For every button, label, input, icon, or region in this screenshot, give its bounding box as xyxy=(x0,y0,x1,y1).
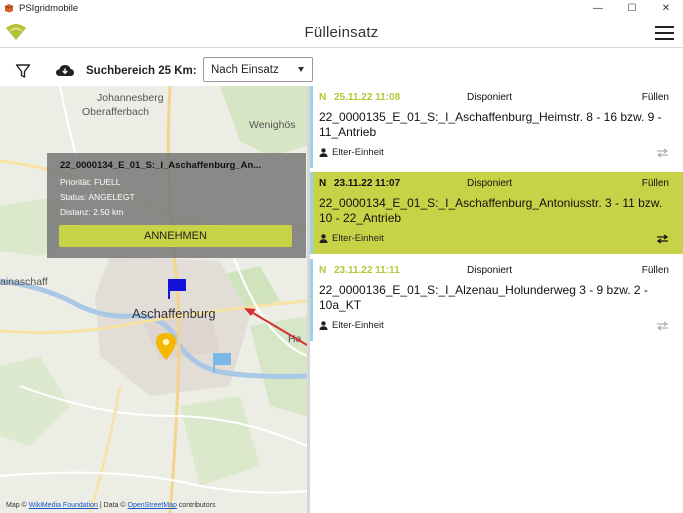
cloud-download-icon[interactable] xyxy=(55,62,75,78)
item-status: Disponiert xyxy=(467,92,513,103)
item-type: Füllen xyxy=(641,92,669,103)
item-flag: N xyxy=(319,265,327,276)
incident-popup: 22_0000134_E_01_S:_I_Aschaffenburg_An...… xyxy=(47,153,306,258)
item-name: 22_0000134_E_01_S:_I_Aschaffenburg_Anton… xyxy=(319,196,663,225)
accept-button[interactable]: ANNEHMEN xyxy=(59,225,292,247)
flag-marker-icon[interactable] xyxy=(166,278,188,300)
map-label-oberafferbach: Oberafferbach xyxy=(82,106,149,118)
search-radius-label: Suchbereich 25 Km: xyxy=(86,65,197,77)
openstreetmap-link[interactable]: OpenStreetMap xyxy=(128,502,177,509)
hamburger-menu-icon[interactable] xyxy=(655,26,674,40)
item-datetime: 23.11.22 11:07 xyxy=(334,178,401,189)
map-view[interactable]: Johannesberg Oberafferbach Wenighös aina… xyxy=(0,86,307,513)
swap-arrows-icon[interactable] xyxy=(656,234,669,244)
map-label-johannesberg: Johannesberg xyxy=(97,92,164,104)
item-name: 22_0000136_E_01_S:_I_Alzenau_Holunderweg… xyxy=(319,283,648,312)
window-titlebar: PSIgridmobile — ☐ ✕ xyxy=(0,0,683,16)
app-icon xyxy=(4,4,14,13)
flag-marker-secondary-icon[interactable] xyxy=(211,352,233,374)
minimize-button[interactable]: — xyxy=(581,0,615,16)
list-item[interactable]: N 23.11.22 11:11 Disponiert Füllen 22_00… xyxy=(310,259,683,341)
filter-icon[interactable] xyxy=(15,63,31,79)
card-accent-bar xyxy=(310,86,313,168)
item-status: Disponiert xyxy=(467,265,513,276)
map-label-aschaffenburg: Aschaffenburg xyxy=(132,306,216,321)
red-arrow-annotation-icon xyxy=(244,308,307,346)
map-label-mainaschaff: ainaschaff xyxy=(0,276,48,288)
item-status: Disponiert xyxy=(467,178,513,189)
page-title: Fülleinsatz xyxy=(304,24,379,41)
item-unit: Elter-Einheit xyxy=(332,320,384,331)
toolbar: Suchbereich 25 Km: Nach Einsatz xyxy=(0,49,683,85)
item-unit: Elter-Einheit xyxy=(332,147,384,158)
person-icon xyxy=(319,321,328,330)
person-icon xyxy=(319,234,328,243)
item-type: Füllen xyxy=(641,178,669,189)
item-unit: Elter-Einheit xyxy=(332,233,384,244)
item-flag: N xyxy=(319,178,327,189)
app-header: Fülleinsatz xyxy=(0,16,683,48)
wikimedia-link[interactable]: WikiMedia Foundation xyxy=(29,502,98,509)
sort-select-value: Nach Einsatz xyxy=(211,63,279,76)
item-name: 22_0000135_E_01_S:_I_Aschaffenburg_Heims… xyxy=(319,110,662,139)
popup-distance: Distanz: 2.50 km xyxy=(60,207,124,217)
swap-arrows-icon[interactable] xyxy=(656,148,669,158)
popup-priority: Priorität: FUELL xyxy=(60,177,121,187)
person-icon xyxy=(319,148,328,157)
attribution-middle: | Data © xyxy=(99,502,126,509)
card-accent-bar xyxy=(310,259,313,341)
incident-list: N 25.11.22 11:08 Disponiert Füllen 22_00… xyxy=(310,86,683,513)
list-item-selected[interactable]: N 23.11.22 11:07 Disponiert Füllen 22_00… xyxy=(310,172,683,254)
attribution-suffix: contributors xyxy=(178,502,216,509)
item-datetime: 23.11.22 11:11 xyxy=(334,265,400,276)
close-button[interactable]: ✕ xyxy=(649,0,683,16)
popup-status: Status: ANGELEGT xyxy=(60,192,135,202)
map-label-wenighoesbach: Wenighös xyxy=(249,119,296,131)
map-attribution: Map © WikiMedia Foundation | Data © Open… xyxy=(6,502,215,509)
card-accent-bar xyxy=(310,172,313,254)
item-type: Füllen xyxy=(641,265,669,276)
location-pin-icon[interactable] xyxy=(154,331,178,361)
sort-select[interactable]: Nach Einsatz xyxy=(203,57,313,82)
list-item[interactable]: N 25.11.22 11:08 Disponiert Füllen 22_00… xyxy=(310,86,683,168)
item-flag: N xyxy=(319,92,327,103)
attribution-prefix: Map © xyxy=(6,502,27,509)
popup-title: 22_0000134_E_01_S:_I_Aschaffenburg_An... xyxy=(60,160,262,171)
swap-arrows-icon[interactable] xyxy=(656,321,669,331)
chevron-down-icon xyxy=(298,67,304,72)
window-title: PSIgridmobile xyxy=(19,2,79,14)
item-datetime: 25.11.22 11:08 xyxy=(334,92,401,103)
maximize-button[interactable]: ☐ xyxy=(615,0,649,16)
